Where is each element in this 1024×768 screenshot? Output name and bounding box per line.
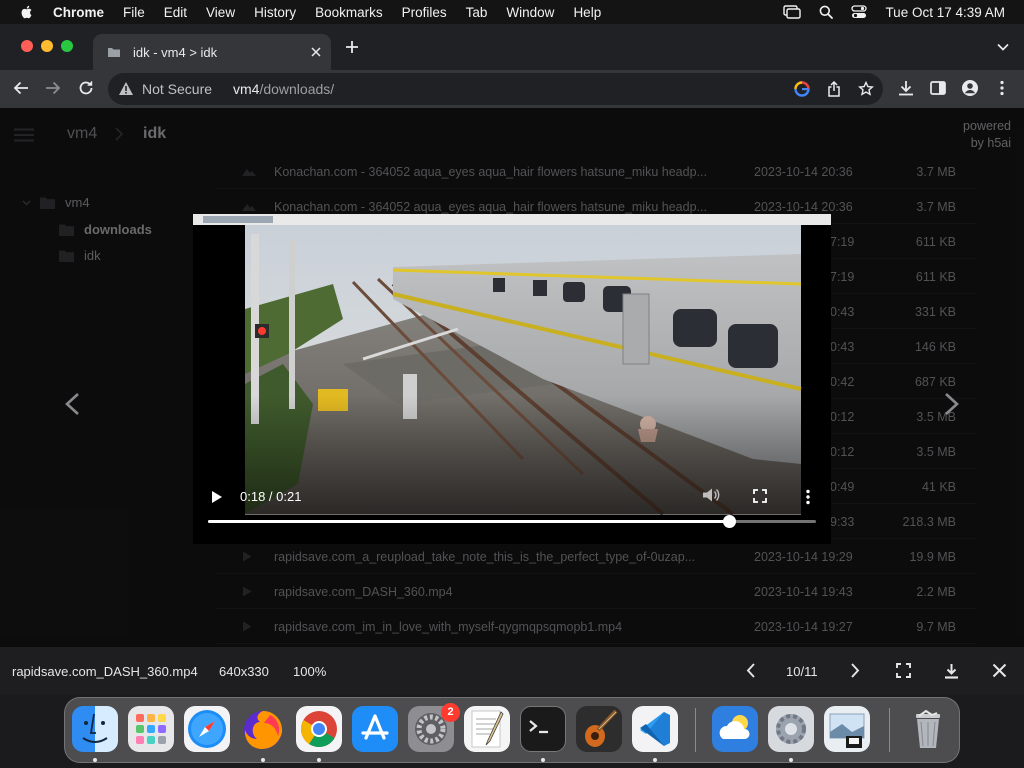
warning-triangle-icon[interactable]	[118, 81, 134, 96]
menu-edit[interactable]: Edit	[164, 5, 187, 20]
launchpad-icon[interactable]	[128, 706, 174, 752]
bookmark-star-icon[interactable]	[858, 81, 874, 97]
downloads-icon[interactable]	[897, 79, 915, 97]
video-more-icon[interactable]	[805, 489, 811, 505]
security-status[interactable]: Not Secure	[142, 81, 212, 97]
control-center-icon[interactable]	[851, 5, 868, 19]
lightbox-zoom: 100%	[293, 664, 327, 679]
dock-separator	[889, 708, 890, 752]
menu-clock[interactable]: Tue Oct 17 4:39 AM	[885, 5, 1005, 20]
running-indicator	[261, 758, 265, 762]
preview-icon[interactable]	[824, 706, 870, 752]
menu-bar: Chrome File Edit View History Bookmarks …	[0, 0, 1024, 24]
zoom-window-button[interactable]	[61, 40, 73, 52]
video-time: 0:18 / 0:21	[240, 489, 302, 504]
new-tab-icon[interactable]	[345, 40, 359, 54]
lightbox-close-icon[interactable]	[992, 663, 1007, 678]
system-preferences-icon[interactable]	[768, 706, 814, 752]
reload-icon[interactable]	[77, 79, 95, 97]
kebab-menu-icon[interactable]	[993, 79, 1011, 97]
lightbox-download-icon[interactable]	[944, 663, 959, 679]
lightbox-dimensions: 640x330	[219, 664, 269, 679]
apple-icon[interactable]	[19, 4, 35, 20]
running-indicator	[541, 758, 545, 762]
tab-search-chevron-icon[interactable]	[997, 43, 1009, 51]
dock-separator	[695, 708, 696, 752]
running-indicator	[317, 758, 321, 762]
previous-arrow-icon[interactable]	[63, 392, 81, 416]
terminal-icon[interactable]	[520, 706, 566, 752]
video-player[interactable]: 0:18 / 0:21	[193, 214, 831, 544]
url-text[interactable]: vm4/downloads/	[233, 81, 334, 97]
video-seek-bar[interactable]	[208, 515, 816, 528]
play-icon[interactable]	[211, 490, 223, 504]
screen-mirroring-icon[interactable]	[783, 5, 802, 19]
menu-view[interactable]: View	[206, 5, 235, 20]
running-indicator	[93, 758, 97, 762]
firefox-icon[interactable]	[240, 706, 286, 752]
trash-icon[interactable]	[905, 706, 951, 752]
chrome-icon[interactable]	[296, 706, 342, 752]
tab-strip: idk - vm4 > idk	[0, 24, 1024, 70]
next-arrow-icon[interactable]	[943, 392, 961, 416]
app-store-icon[interactable]	[352, 706, 398, 752]
menu-tab[interactable]: Tab	[466, 5, 488, 20]
tab-active[interactable]: idk - vm4 > idk	[93, 34, 331, 70]
lightbox-footer: rapidsave.com_DASH_360.mp4 640x330 100% …	[0, 647, 1024, 695]
tab-title: idk - vm4 > idk	[133, 44, 218, 60]
address-bar[interactable]: Not Secure vm4/downloads/	[108, 73, 883, 105]
safari-icon[interactable]	[184, 706, 230, 752]
close-tab-icon[interactable]	[311, 47, 321, 57]
fullscreen-icon[interactable]	[753, 489, 767, 503]
url-path: /downloads/	[259, 81, 335, 97]
folder-favicon-icon	[108, 48, 120, 57]
garageband-icon[interactable]	[576, 706, 622, 752]
volume-icon[interactable]	[702, 487, 720, 503]
menu-history[interactable]: History	[254, 5, 296, 20]
menu-bookmarks[interactable]: Bookmarks	[315, 5, 383, 20]
dock: 2	[64, 697, 960, 763]
vscode-icon[interactable]	[632, 706, 678, 752]
lightbox-fullscreen-icon[interactable]	[896, 663, 911, 678]
menu-file[interactable]: File	[123, 5, 145, 20]
lightbox-prev-icon[interactable]	[746, 663, 755, 678]
video-progress-fill	[208, 520, 730, 523]
video-seek-thumb[interactable]	[723, 515, 737, 528]
browser-toolbar: Not Secure vm4/downloads/	[0, 70, 1024, 108]
back-arrow-icon[interactable]	[12, 79, 30, 97]
side-panel-icon[interactable]	[929, 79, 947, 97]
profile-avatar-icon[interactable]	[961, 79, 979, 97]
share-icon[interactable]	[827, 81, 841, 97]
menu-help[interactable]: Help	[573, 5, 601, 20]
running-indicator	[789, 758, 793, 762]
lightbox-next-icon[interactable]	[851, 663, 860, 678]
close-window-button[interactable]	[21, 40, 33, 52]
google-lens-icon[interactable]	[794, 81, 810, 97]
lightbox-counter: 10/11	[786, 664, 818, 679]
url-host: vm4	[233, 81, 260, 97]
textedit-icon[interactable]	[464, 706, 510, 752]
menu-profiles[interactable]: Profiles	[402, 5, 447, 20]
running-indicator	[653, 758, 657, 762]
menu-app-name[interactable]: Chrome	[53, 5, 104, 20]
notification-badge: 2	[441, 703, 460, 722]
finder-icon[interactable]	[72, 706, 118, 752]
menu-window[interactable]: Window	[506, 5, 554, 20]
minimize-window-button[interactable]	[41, 40, 53, 52]
lightbox-filename: rapidsave.com_DASH_360.mp4	[12, 664, 198, 679]
weather-icon[interactable]	[712, 706, 758, 752]
forward-arrow-icon[interactable]	[44, 79, 62, 97]
spotlight-search-icon[interactable]	[819, 5, 834, 19]
